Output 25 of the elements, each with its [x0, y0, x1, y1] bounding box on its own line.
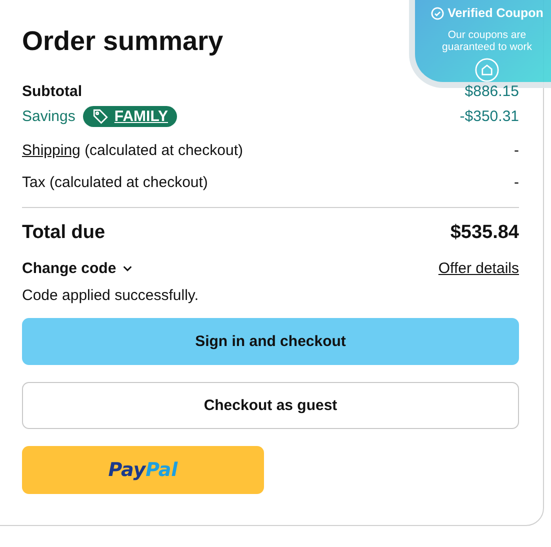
coupon-code-tag[interactable]: FAMILY: [83, 106, 177, 127]
total-label: Total due: [22, 222, 106, 244]
tag-icon: [92, 108, 110, 125]
shipping-link[interactable]: Shipping: [22, 142, 80, 159]
card-title: Order summary: [22, 25, 224, 58]
savings-label: Savings: [22, 108, 76, 125]
line-value: -$350.31: [460, 108, 519, 125]
badge-title: Verified Coupon: [430, 6, 544, 20]
line-value: -: [514, 174, 519, 191]
check-circle-icon: [430, 6, 444, 20]
subtotal-label: Subtotal: [22, 83, 82, 100]
status-message: Code applied successfully.: [22, 287, 200, 304]
change-code-dropdown[interactable]: Change code: [22, 260, 134, 277]
guest-checkout-button[interactable]: Checkout as guest: [22, 382, 519, 429]
line-value: -: [514, 142, 519, 159]
sign-in-checkout-button[interactable]: Sign in and checkout: [22, 318, 519, 365]
house-icon: [474, 58, 500, 82]
line-value: $886.15: [464, 83, 519, 100]
badge-text: Our coupons are guaranteed to work: [441, 29, 533, 53]
total-value: $535.84: [450, 222, 519, 244]
line-label: Tax (calculated at checkout): [22, 174, 208, 191]
paypal-button[interactable]: PayPal: [22, 446, 264, 494]
chevron-icon: [122, 263, 134, 274]
shipping-label: Shipping (calculated at checkout): [22, 142, 243, 159]
offer-details-link[interactable]: Offer details: [438, 260, 519, 277]
